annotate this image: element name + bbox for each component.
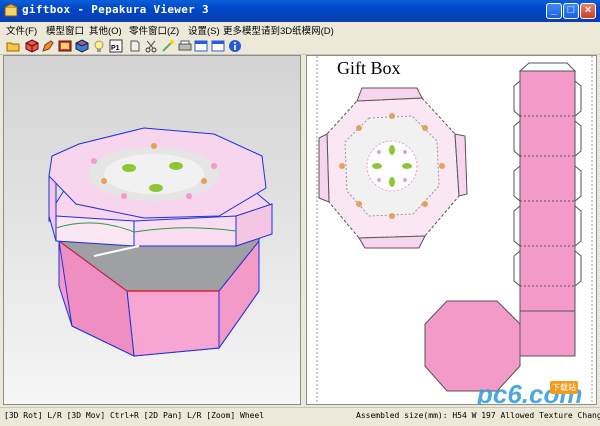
menu-3d-site[interactable]: 3D纸模网(D) [280, 23, 334, 37]
print-icon[interactable] [128, 39, 142, 53]
model-icon[interactable] [25, 39, 39, 53]
pencil-icon[interactable] [41, 39, 55, 53]
scissors-icon[interactable] [144, 39, 158, 53]
status-help-text: [3D Rot] L/R [3D Mov] Ctrl+R [2D Pan] L/… [4, 411, 265, 420]
printer-icon[interactable] [178, 39, 192, 53]
toolbar: P1 [0, 38, 600, 55]
window-icon[interactable] [194, 39, 208, 53]
pattern-2d-view[interactable]: Gift Box pc6.com 下载站 [306, 55, 597, 405]
gift-box-3d [48, 127, 273, 357]
window2-icon[interactable] [211, 39, 225, 53]
menu-parts-window[interactable]: 零件窗口(Z) [129, 23, 179, 37]
menu-more-models[interactable]: 更多模型请到 [223, 23, 280, 37]
bulb-icon[interactable] [92, 39, 106, 53]
status-size-text: Assembled size(mm): H54 W 197 Allowed Te… [356, 411, 600, 420]
status-bar: [3D Rot] L/R [3D Mov] Ctrl+R [2D Pan] L/… [0, 407, 600, 426]
unfolded-pattern [316, 56, 593, 404]
maximize-button[interactable]: □ [563, 3, 579, 19]
app-window: giftbox - Pepakura Viewer 3 _ □ × 文件(F) … [0, 0, 600, 426]
page-icon[interactable]: P1 [109, 39, 123, 53]
image-icon[interactable] [58, 39, 72, 53]
menu-model-window[interactable]: 模型窗口 [46, 23, 84, 37]
window-title: giftbox - Pepakura Viewer 3 [22, 3, 209, 16]
info-icon[interactable] [228, 39, 242, 53]
minimize-button[interactable]: _ [546, 3, 562, 19]
close-button[interactable]: × [580, 3, 596, 19]
box-icon[interactable] [75, 39, 89, 53]
open-icon[interactable] [6, 39, 20, 53]
menu-other[interactable]: 其他(O) [89, 23, 122, 37]
app-icon [4, 4, 18, 17]
wand-icon[interactable] [161, 39, 175, 53]
title-bar[interactable]: giftbox - Pepakura Viewer 3 _ □ × [0, 0, 600, 22]
menu-bar: 文件(F) 模型窗口 其他(O) 零件窗口(Z) 设置(S) 更多模型请到 3D… [0, 22, 600, 38]
model-3d-view[interactable] [3, 55, 301, 405]
watermark-badge: 下载站 [550, 381, 578, 394]
p1-label: P1 [111, 45, 120, 52]
menu-settings[interactable]: 设置(S) [188, 23, 220, 37]
menu-file[interactable]: 文件(F) [6, 23, 37, 37]
